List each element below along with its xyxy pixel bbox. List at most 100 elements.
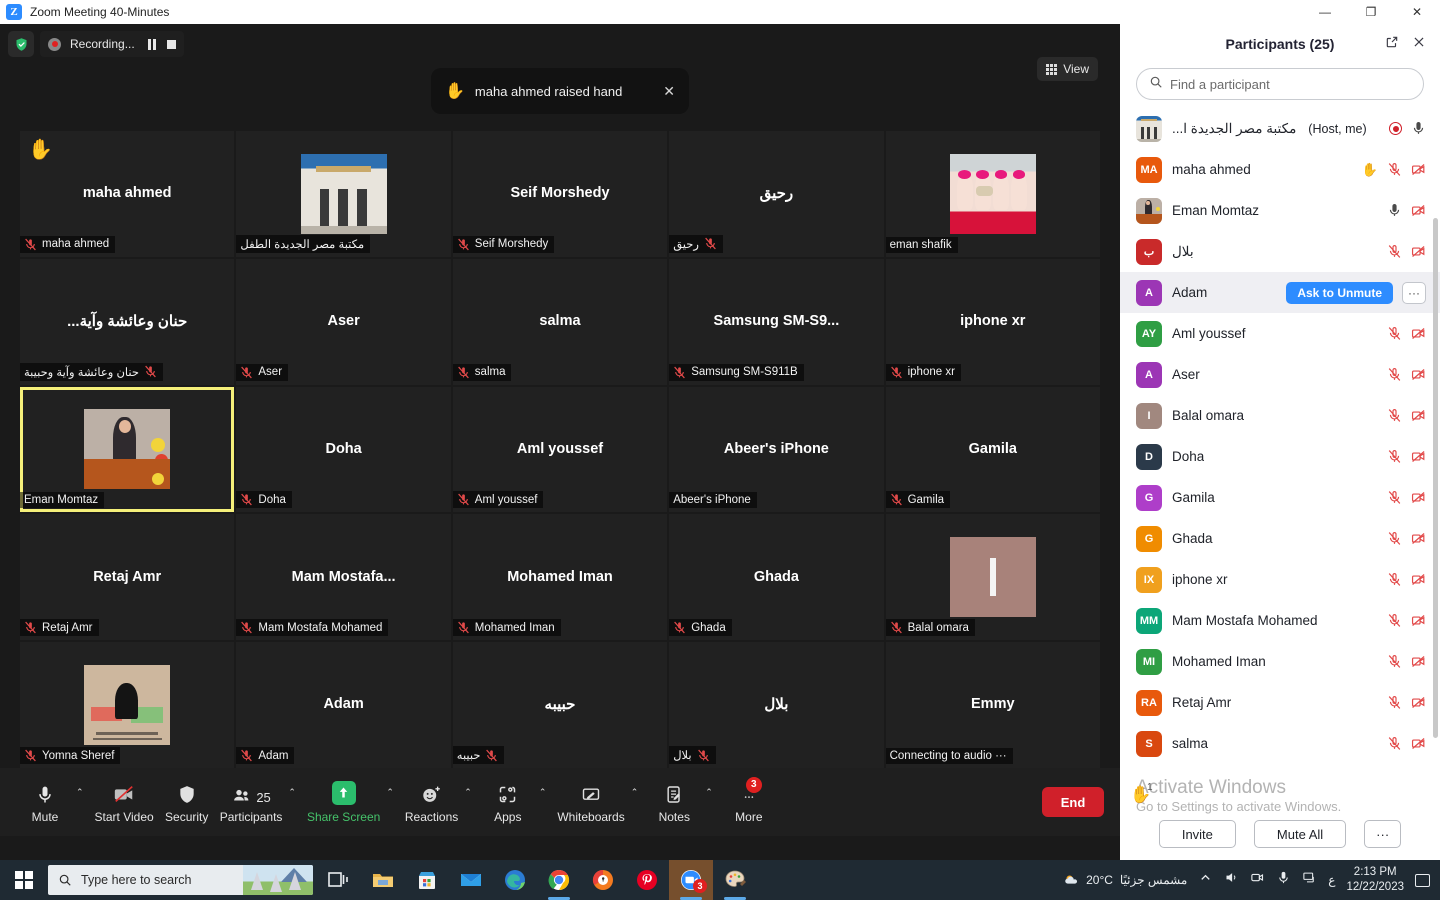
taskbar-task-view-icon[interactable] <box>317 860 361 900</box>
mic-off-icon[interactable] <box>1387 162 1402 177</box>
camera-icon[interactable] <box>1250 870 1265 890</box>
participant-row[interactable]: AY Aml youssef <box>1120 313 1440 354</box>
video-off-icon[interactable] <box>1411 572 1426 587</box>
participants-list[interactable]: مكتبة مصر الجديدة ا... (Host, me) MA maha a… <box>1120 108 1440 820</box>
chevron-up-icon[interactable]: ⌃ <box>384 787 401 798</box>
view-button[interactable]: View <box>1037 57 1098 81</box>
toolbar-button-start-video[interactable]: Start Video <box>91 781 158 824</box>
chevron-up-icon[interactable]: ⌃ <box>703 787 720 798</box>
video-tile[interactable]: Aser Aser <box>236 258 451 385</box>
panel-more-button[interactable]: ··· <box>1364 820 1402 848</box>
chevron-up-icon[interactable]: ⌃ <box>462 787 479 798</box>
mic-off-icon[interactable] <box>1387 654 1402 669</box>
video-off-icon[interactable] <box>1411 654 1426 669</box>
end-meeting-button[interactable]: End <box>1042 787 1104 817</box>
mic-off-icon[interactable] <box>1387 531 1402 546</box>
participant-row[interactable]: A Aser <box>1120 354 1440 395</box>
video-tile[interactable]: Ghada Ghada <box>669 514 884 641</box>
toolbar-button-whiteboards[interactable]: Whiteboards <box>553 781 628 824</box>
close-icon[interactable] <box>1412 35 1426 54</box>
stop-icon[interactable] <box>166 39 176 49</box>
taskbar-chrome-icon[interactable] <box>537 860 581 900</box>
video-off-icon[interactable] <box>1411 244 1426 259</box>
participant-row[interactable]: MA maha ahmed ✋ <box>1120 149 1440 190</box>
mic-off-icon[interactable] <box>1387 613 1402 628</box>
video-tile[interactable]: مكتبة مصر الجديدة الطفل <box>236 131 451 257</box>
video-tile[interactable]: Doha Doha <box>236 386 451 513</box>
toolbar-button-participants[interactable]: 25 Participants <box>216 781 287 824</box>
toast-close-icon[interactable]: ✕ <box>663 84 675 98</box>
chevron-up-icon[interactable]: ⌃ <box>74 787 91 798</box>
video-tile[interactable]: Mohamed Iman Mohamed Iman <box>452 514 668 641</box>
video-tile[interactable]: Retaj Amr Retaj Amr <box>20 514 235 641</box>
video-off-icon[interactable] <box>1411 490 1426 505</box>
chevron-up-icon[interactable]: ⌃ <box>286 787 303 798</box>
video-tile[interactable]: Balal omara <box>885 514 1100 641</box>
mic-off-icon[interactable] <box>1387 449 1402 464</box>
participant-row[interactable]: IX iphone xr <box>1120 559 1440 600</box>
video-off-icon[interactable] <box>1411 367 1426 382</box>
video-off-icon[interactable] <box>1411 408 1426 423</box>
taskbar-pinterest-icon[interactable] <box>625 860 669 900</box>
toolbar-button-security[interactable]: Security <box>158 781 216 824</box>
video-tile[interactable]: eman shafik <box>885 131 1100 257</box>
video-off-icon[interactable] <box>1411 326 1426 341</box>
chevron-up-icon[interactable]: ⌃ <box>537 787 554 798</box>
video-off-icon[interactable] <box>1411 531 1426 546</box>
video-off-icon[interactable] <box>1411 162 1426 177</box>
invite-button[interactable]: Invite <box>1158 820 1236 848</box>
taskbar-avast-icon[interactable] <box>581 860 625 900</box>
video-tile[interactable]: iphone xr iphone xr <box>885 258 1100 385</box>
pause-icon[interactable] <box>147 38 157 50</box>
video-off-icon[interactable] <box>1411 695 1426 710</box>
toolbar-button-reactions[interactable]: Reactions <box>401 781 462 824</box>
participant-row[interactable]: G Ghada <box>1120 518 1440 559</box>
participant-row[interactable]: D Doha <box>1120 436 1440 477</box>
toolbar-button-more[interactable]: 3 More <box>720 776 778 824</box>
mic-off-icon[interactable] <box>1387 326 1402 341</box>
video-tile[interactable]: Emmy Connecting to audio ··· <box>885 642 1100 768</box>
video-tile[interactable]: Samsung SM-S9... Samsung SM-S911B <box>669 258 884 385</box>
video-off-icon[interactable] <box>1411 203 1426 218</box>
toolbar-button-mute[interactable]: Mute <box>16 781 74 824</box>
taskbar-zoom-icon[interactable]: 3 <box>669 860 713 900</box>
volume-icon[interactable] <box>1224 870 1239 890</box>
search-input[interactable] <box>1170 76 1411 92</box>
participant-row[interactable]: MI Mohamed Iman <box>1120 641 1440 682</box>
taskbar-clock[interactable]: 2:13 PM 12/22/2023 <box>1346 865 1404 895</box>
video-off-icon[interactable] <box>1411 736 1426 751</box>
video-tile[interactable]: Mam Mostafa... Mam Mostafa Mohamed <box>236 514 451 641</box>
mic-on-icon[interactable] <box>1411 121 1426 136</box>
video-tile[interactable]: ✋ maha ahmed maha ahmed <box>20 131 235 257</box>
taskbar-file-explorer-icon[interactable] <box>361 860 405 900</box>
taskbar-edge-icon[interactable] <box>493 860 537 900</box>
mic-off-icon[interactable] <box>1387 695 1402 710</box>
minimize-button[interactable]: — <box>1302 0 1348 24</box>
participant-row[interactable]: I Balal omara <box>1120 395 1440 436</box>
mic-off-icon[interactable] <box>1387 367 1402 382</box>
video-tile[interactable]: Abeer's iPhone Abeer's iPhone <box>669 386 884 513</box>
participant-row[interactable]: RA Retaj Amr <box>1120 682 1440 723</box>
video-tile[interactable]: Gamila Gamila <box>885 386 1100 513</box>
mute-all-button[interactable]: Mute All <box>1253 820 1347 848</box>
participant-row[interactable]: Eman Momtaz <box>1120 190 1440 231</box>
taskbar-search[interactable]: Type here to search <box>48 865 313 895</box>
video-tile[interactable]: Aml youssef Aml youssef <box>452 386 668 513</box>
tray-expand-icon[interactable] <box>1198 870 1213 890</box>
mic-on-icon[interactable] <box>1387 203 1402 218</box>
weather-widget[interactable]: 20°C مشمس جزئيًا <box>1064 873 1187 888</box>
taskbar-paint-icon[interactable] <box>713 860 757 900</box>
maximize-button[interactable]: ❐ <box>1348 0 1394 24</box>
video-tile[interactable]: Seif Morshedy Seif Morshedy <box>452 131 668 257</box>
participant-row[interactable]: Ssalma <box>1120 723 1440 764</box>
video-tile[interactable]: حبيبه حبيبه <box>452 642 668 768</box>
participant-row[interactable]: A Adam Ask to Unmute ··· <box>1120 272 1440 313</box>
toolbar-button-apps[interactable]: Apps <box>479 781 537 824</box>
video-tile[interactable]: salma salma <box>452 258 668 385</box>
network-icon[interactable] <box>1302 870 1317 890</box>
mic-off-icon[interactable] <box>1387 490 1402 505</box>
mic-off-icon[interactable] <box>1387 408 1402 423</box>
mic-off-icon[interactable] <box>1387 244 1402 259</box>
windows-start-icon[interactable] <box>0 860 48 900</box>
popout-icon[interactable] <box>1385 35 1399 54</box>
